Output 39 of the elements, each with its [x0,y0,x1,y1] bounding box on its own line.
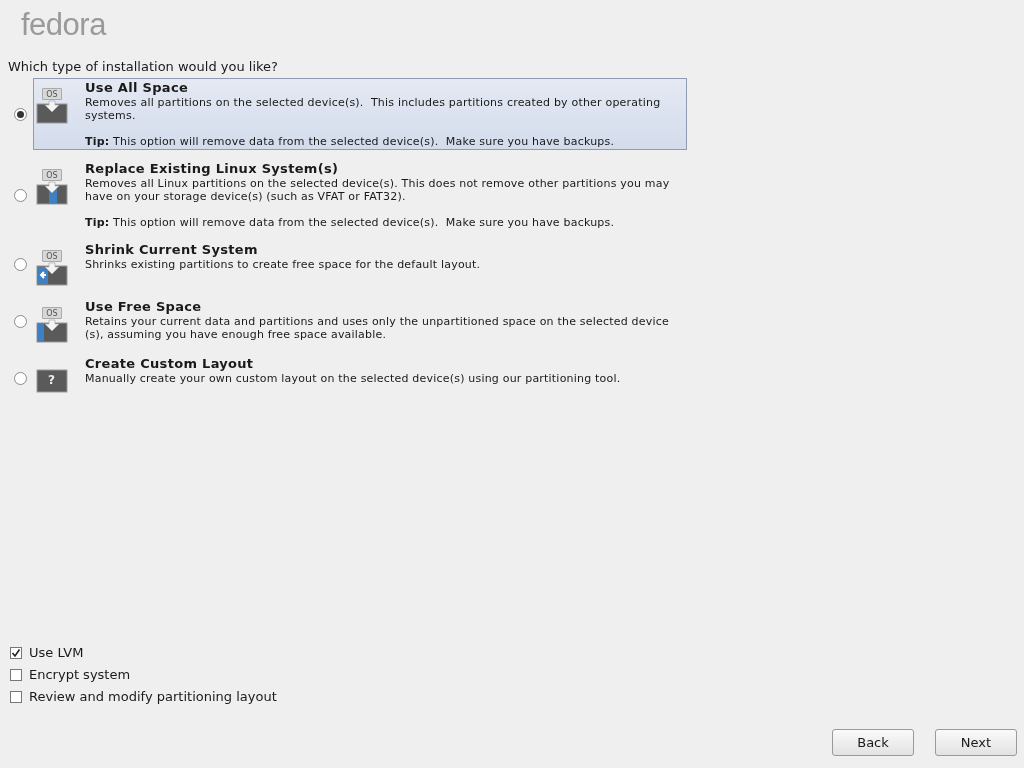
checkbox-label: Use LVM [29,645,84,661]
option-description: Removes all partitions on the selected device(s). This includes partitions created by other operating [85,96,661,109]
option-description: Manually create your own custom layout on the selected device(s) using our partitioning tool. [85,372,621,385]
option-description: have on your storage device(s) (such as VFAT or FAT32). [85,190,407,203]
option-title: Replace Existing Linux System(s) [85,161,340,177]
os-label: OS [42,169,62,181]
checkbox[interactable] [10,691,22,703]
option-card[interactable]: OS Use Free Space Retains your current data and partitions and uses only the unpartitioned space on the selected device (s), assuming you have enough free space available. [33,297,687,345]
selected-option-card[interactable] [33,78,687,150]
radio-button[interactable] [14,257,27,271]
radio-button[interactable] [14,188,27,202]
option-description: (s), assuming you have enough free space available. [85,328,388,341]
logo: fedora [21,7,106,42]
question-label: Which type of installation would you like? [8,59,278,74]
tip-text: Tip: This option will remove data from the selected device(s). Make sure you have backups. [85,216,616,229]
radio-button[interactable] [14,371,27,385]
radio-button[interactable] [14,314,27,328]
option-title: Shrink Current System [85,242,259,258]
option-description: Shrinks existing partitions to create free space for the default layout. [85,258,481,271]
tip-text: Tip: This option will remove data from the selected device(s). Make sure you have backups. [85,135,616,148]
option-title: Use All Space [85,80,189,96]
option-description: Retains your current data and partitions and uses only the unpartitioned space on the selected device [85,315,669,328]
checkbox[interactable] [10,647,22,659]
option-title: Use Free Space [85,299,203,315]
os-label: OS [42,250,62,262]
option-card[interactable]: OS Shrink Current System Shrinks existing partitions to create free space for the default layout. [33,240,687,288]
option-card[interactable]: ? Create Custom Layout Manually create your own custom layout on the selected device(s) using our partitioning tool. [33,354,687,402]
checkbox-label: Review and modify partitioning layout [29,689,277,705]
nav-button[interactable]: Next [935,729,1017,756]
option-description: systems. [85,109,137,122]
question-mark: ? [48,372,55,388]
os-label: OS [42,88,62,100]
nav-button[interactable]: Back [832,729,914,756]
radio-button[interactable] [14,107,27,121]
option-description: Removes all Linux partitions on the selected device(s). This does not remove other partitions you may [85,177,670,190]
os-label: OS [42,307,62,319]
checkbox[interactable] [10,669,22,681]
checkbox-label: Encrypt system [29,667,131,683]
option-title: Create Custom Layout [85,356,255,372]
